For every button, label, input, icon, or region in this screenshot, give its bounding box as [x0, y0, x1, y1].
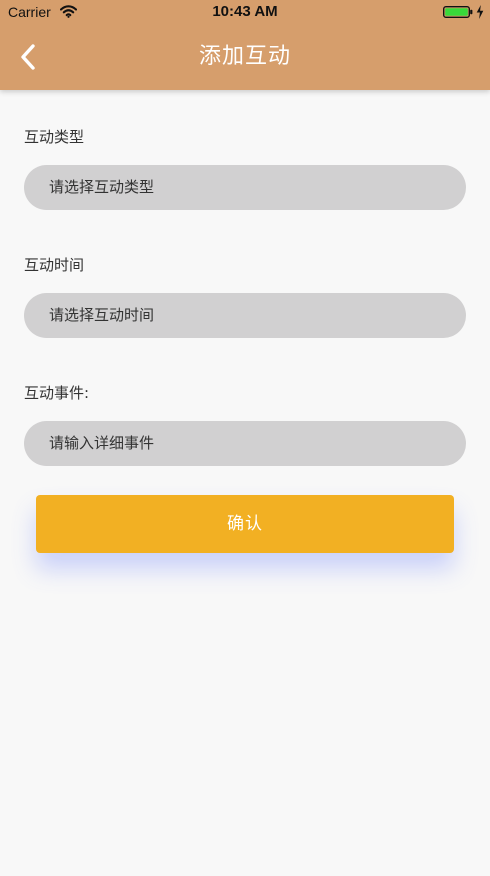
add-interaction-screen: Carrier 10:43 AM 添加互动 互动类型 请选择互动类型 互动时间 … [0, 0, 490, 876]
status-bar: Carrier 10:43 AM [0, 0, 490, 26]
interaction-time-label: 互动时间 [24, 256, 85, 274]
page-title: 添加互动 [198, 44, 291, 69]
charging-bolt-icon [476, 5, 484, 19]
interaction-event-input[interactable] [24, 421, 466, 466]
interaction-form: 互动类型 请选择互动类型 互动时间 请选择互动时间 互动事件: [24, 127, 466, 511]
navigation-header: Carrier 10:43 AM 添加互动 [0, 0, 490, 90]
status-time: 10:43 AM [212, 3, 278, 20]
battery-icon [443, 6, 473, 18]
interaction-type-select[interactable]: 请选择互动类型 [24, 165, 466, 210]
interaction-type-label: 互动类型 [24, 128, 85, 146]
interaction-event-label: 互动事件: [24, 384, 90, 402]
confirm-button[interactable]: 确认 [36, 495, 454, 553]
interaction-time-select[interactable]: 请选择互动时间 [24, 293, 466, 338]
